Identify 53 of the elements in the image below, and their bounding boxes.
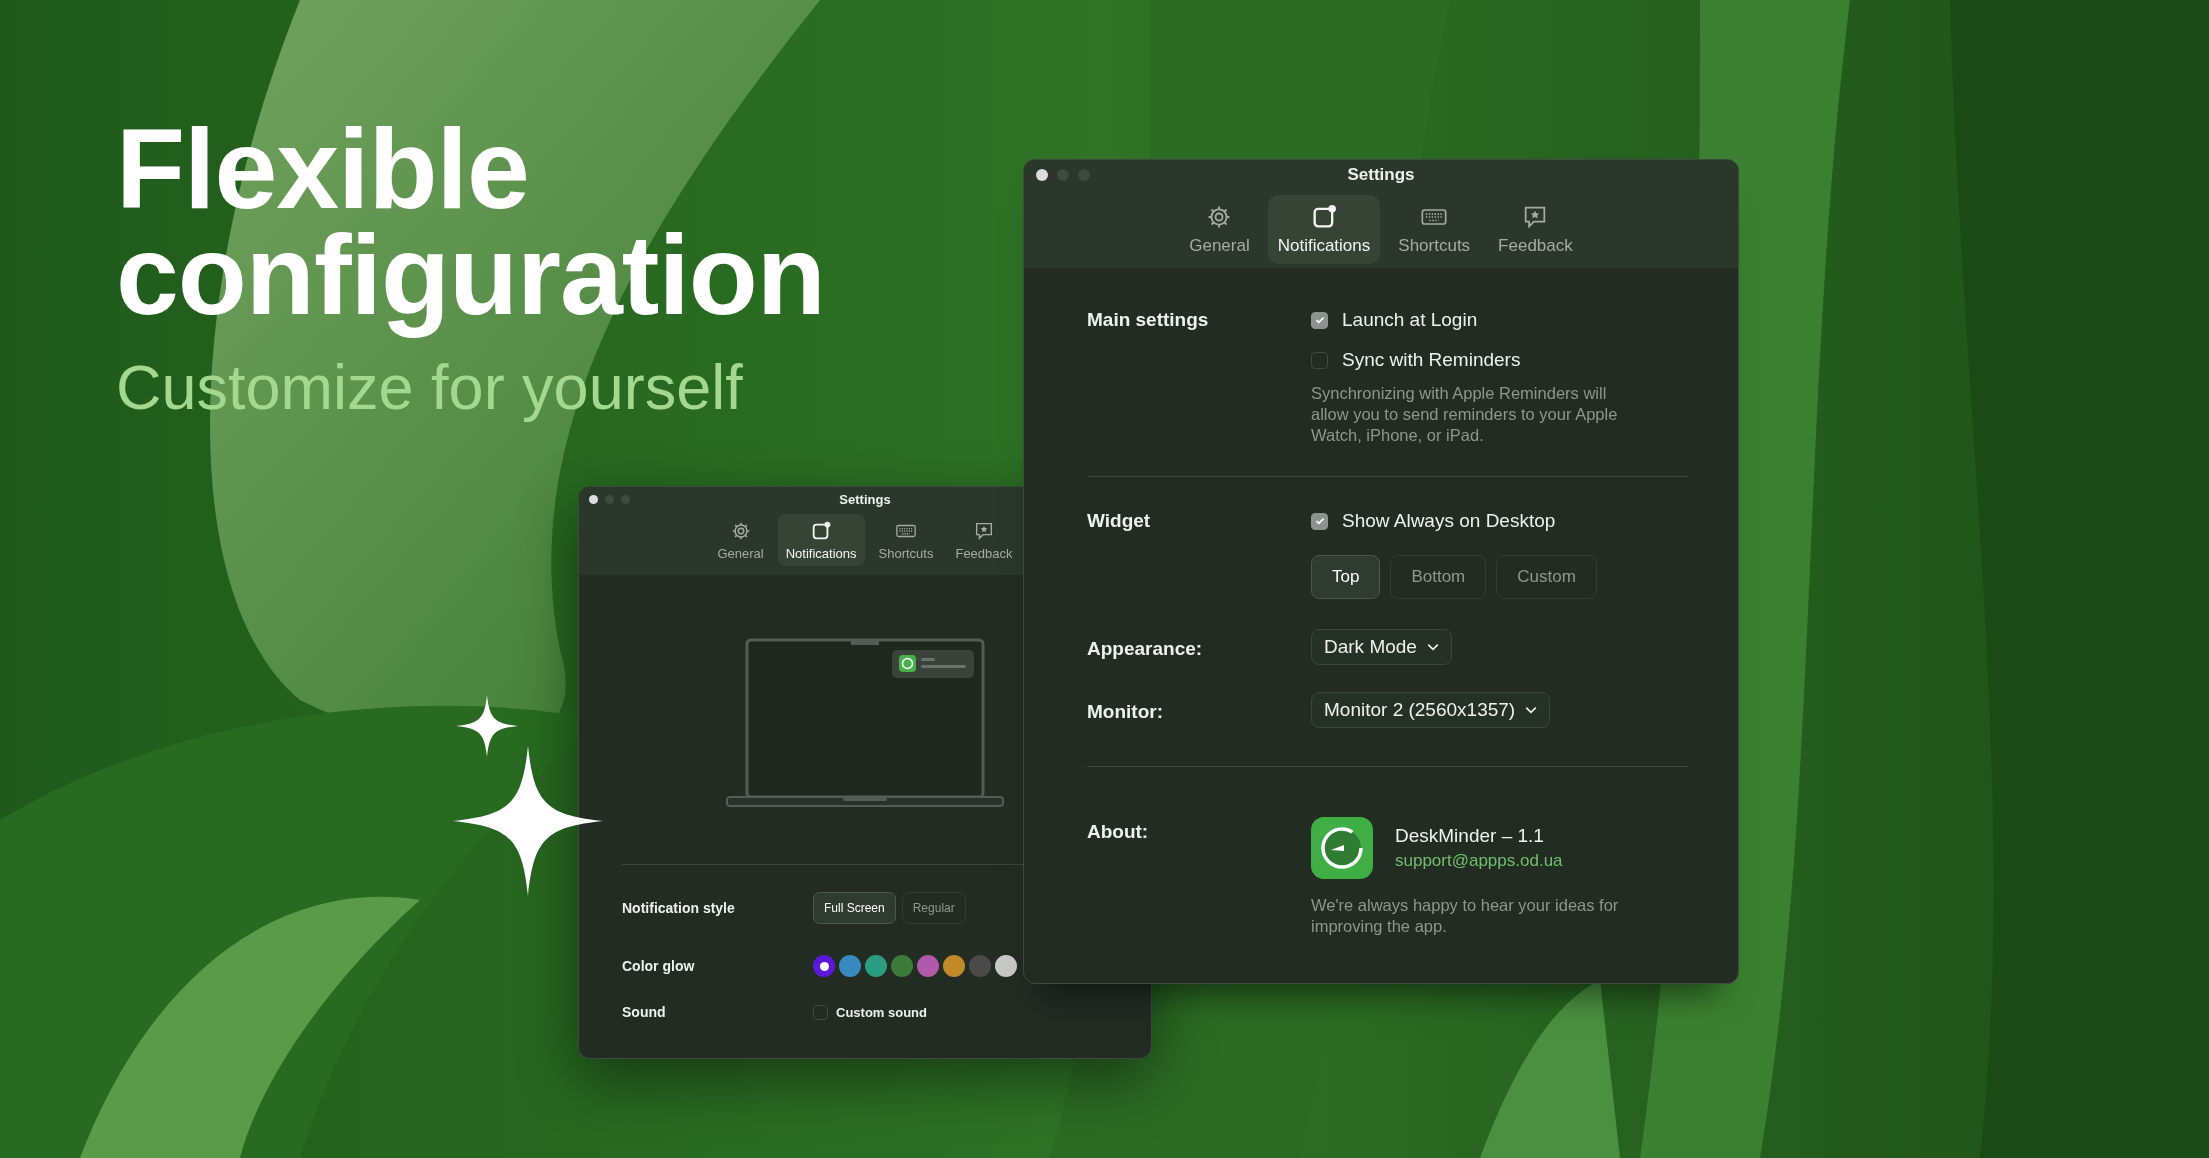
checkbox[interactable]	[1311, 512, 1328, 530]
chevron-down-icon	[1426, 643, 1439, 651]
checkbox[interactable]	[1311, 311, 1328, 329]
position-option[interactable]: Top	[1311, 555, 1381, 599]
setting-label: Color glow	[622, 958, 696, 974]
checkmark-icon	[1313, 515, 1326, 527]
notification-icon	[810, 520, 833, 542]
color-swatch[interactable]	[995, 955, 1017, 977]
color-swatch[interactable]	[865, 955, 887, 977]
position-option[interactable]: Bottom	[1390, 555, 1487, 599]
section-label: About:	[1087, 820, 1150, 844]
checkbox[interactable]	[813, 1004, 828, 1020]
chevron-down-icon	[1525, 706, 1538, 714]
window-control[interactable]	[1036, 169, 1048, 181]
help-text: Synchronizing with Apple Reminders will allow you to send reminders to your Apple Watch, iPhone, or iPad.	[1311, 383, 1619, 446]
help-text: We're always happy to hear your ideas for improving the app.	[1311, 895, 1620, 937]
checkbox-label: Show Always on Desktop	[1342, 510, 1556, 532]
checkbox-label: Custom sound	[836, 1004, 927, 1020]
checkbox-label: Sync with Reminders	[1342, 349, 1521, 371]
app-name: DeskMinder – 1.1	[1395, 825, 1545, 847]
setting-label: Monitor:	[1087, 700, 1164, 724]
color-swatch[interactable]	[839, 955, 861, 977]
checkmark-icon	[1313, 314, 1326, 326]
style-option[interactable]: Full Screen	[813, 892, 896, 924]
checkbox-label: Launch at Login	[1342, 309, 1478, 331]
checkbox[interactable]	[1311, 351, 1328, 369]
tab[interactable]: Shortcuts	[870, 514, 942, 566]
color-swatch[interactable]	[969, 955, 991, 977]
tab[interactable]: Feedback	[947, 514, 1021, 566]
chat-star-icon	[973, 520, 995, 542]
section-label: Widget	[1087, 509, 1152, 533]
app-icon	[1311, 817, 1373, 879]
email-link[interactable]: support@appps.od.ua	[1395, 851, 1563, 871]
position-option[interactable]: Custom	[1496, 555, 1597, 599]
color-swatch[interactable]	[917, 955, 939, 977]
section-label: Main settings	[1087, 308, 1210, 332]
tab[interactable]: General	[1179, 195, 1260, 264]
monitor-dropdown[interactable]: Monitor 2 (2560x1357)	[1311, 692, 1551, 728]
tab[interactable]: Notifications	[1267, 195, 1381, 264]
color-swatch[interactable]	[891, 955, 913, 977]
setting-label: Appearance:	[1087, 637, 1204, 661]
color-swatch[interactable]	[813, 955, 835, 977]
appearance-dropdown[interactable]: Dark Mode	[1311, 629, 1452, 665]
tab[interactable]: General	[709, 514, 772, 566]
style-option[interactable]: Regular	[901, 892, 966, 924]
setting-label: Sound	[622, 1004, 667, 1020]
window-title: Settings	[1347, 165, 1415, 185]
color-swatch[interactable]	[943, 955, 965, 977]
tab[interactable]: Notifications	[777, 514, 865, 566]
window-title: Settings	[839, 491, 891, 507]
tab[interactable]: Feedback	[1488, 195, 1583, 264]
setting-label: Notification style	[622, 900, 736, 916]
tab[interactable]: Shortcuts	[1388, 195, 1481, 264]
